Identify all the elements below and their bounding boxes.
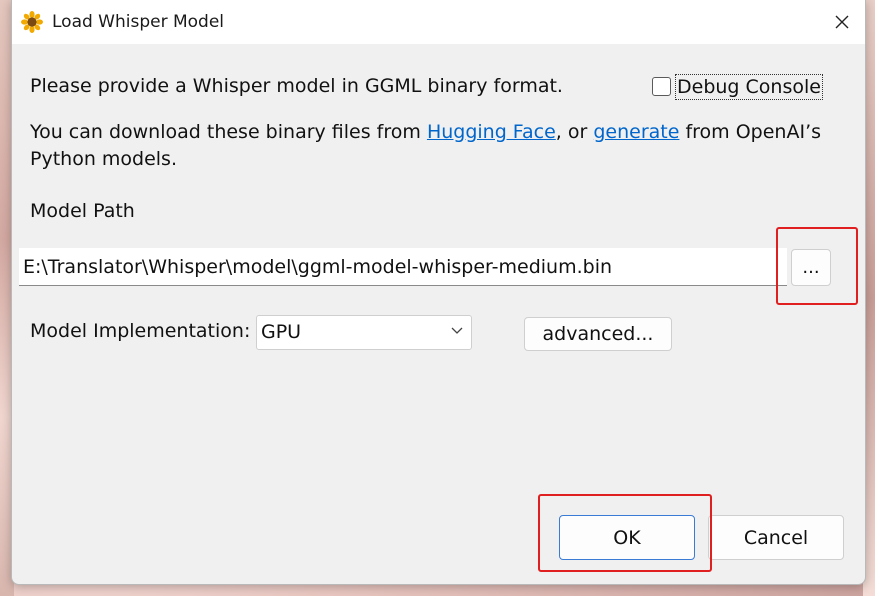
cancel-button[interactable]: Cancel — [708, 515, 844, 560]
hugging-face-link[interactable]: Hugging Face — [427, 121, 556, 143]
window-title: Load Whisper Model — [52, 12, 225, 32]
ok-highlight-box — [538, 494, 712, 572]
model-path-label: Model Path — [30, 200, 135, 222]
debug-console-label[interactable]: Debug Console — [675, 74, 823, 100]
browse-highlight-box — [776, 227, 858, 305]
implementation-select[interactable]: GPU — [256, 315, 472, 350]
sunflower-icon — [21, 11, 43, 33]
implementation-label: Model Implementation: — [30, 320, 251, 342]
download-info-line2: Python models. — [30, 148, 177, 170]
title-bar[interactable]: Load Whisper Model — [12, 0, 865, 44]
chevron-down-icon — [451, 327, 463, 334]
download-suffix: from OpenAI’s — [679, 121, 822, 143]
intro-text: Please provide a Whisper model in GGML b… — [30, 75, 563, 97]
advanced-button[interactable]: advanced... — [524, 317, 672, 351]
debug-console-checkbox[interactable] — [652, 77, 671, 96]
close-button[interactable] — [819, 0, 865, 44]
generate-link[interactable]: generate — [593, 121, 679, 143]
implementation-value: GPU — [261, 321, 302, 343]
close-icon — [835, 15, 849, 29]
download-middle: , or — [555, 121, 594, 143]
model-path-input[interactable] — [19, 248, 787, 286]
download-info-line1: You can download these binary files from… — [30, 121, 821, 143]
download-prefix: You can download these binary files from — [30, 121, 427, 143]
